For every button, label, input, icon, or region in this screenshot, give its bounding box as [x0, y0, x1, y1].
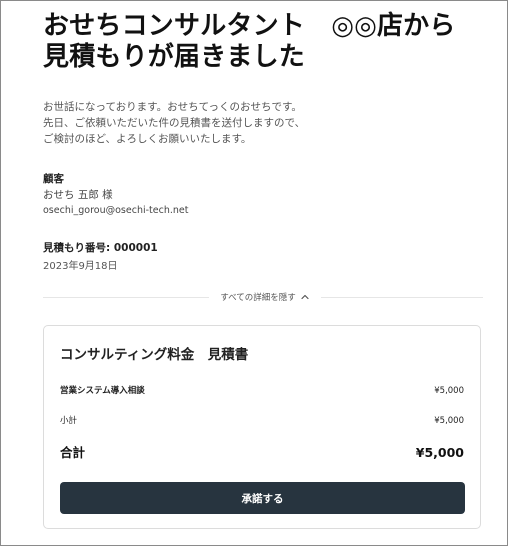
divider-left [43, 297, 209, 298]
quote-card: コンサルティング料金 見積書 営業システム導入相談 ¥5,000 小計 ¥5,0… [43, 325, 481, 529]
hide-details-label: すべての詳細を隠す [220, 293, 296, 303]
quote-number: 見積もり番号: 000001 [43, 242, 158, 254]
subtotal-label: 小計 [60, 416, 78, 426]
chevron-up-icon [301, 294, 309, 300]
subtotal-value: ¥5,000 [434, 416, 464, 426]
quote-card-title: コンサルティング料金 見積書 [60, 347, 249, 363]
total-value: ¥5,000 [415, 445, 464, 460]
divider-right [321, 297, 483, 298]
total-label: 合計 [60, 445, 86, 460]
subtotal-row: 小計 ¥5,000 [60, 414, 464, 426]
customer-label: 顧客 [43, 173, 64, 185]
title-line-2: 見積もりが届きました [43, 42, 306, 72]
line-item-row: 営業システム導入相談 ¥5,000 [60, 384, 464, 396]
line-item-price: ¥5,000 [434, 386, 464, 396]
intro-line-1: お世話になっております。おせちてっくのおせちです。 [43, 101, 302, 113]
email-frame: おせちコンサルタント ◎◎店から 見積もりが届きました お世話になっております。… [0, 0, 508, 546]
hide-details-toggle[interactable]: すべての詳細を隠す [209, 289, 321, 305]
accept-button[interactable]: 承諾する [60, 482, 465, 514]
quote-date: 2023年9月18日 [43, 261, 118, 272]
customer-name: おせち 五郎 様 [43, 189, 113, 201]
line-item-name: 営業システム導入相談 [60, 386, 145, 396]
page-title: おせちコンサルタント ◎◎店から 見積もりが届きました [43, 11, 493, 73]
total-row: 合計 ¥5,000 [60, 442, 464, 461]
intro-line-2: 先日、ご依頼いただいた件の見積書を送付しますので、 [43, 117, 306, 129]
intro-message: お世話になっております。おせちてっくのおせちです。 先日、ご依頼いただいた件の見… [43, 99, 483, 147]
intro-line-3: ご検討のほど、よろしくお願いいたします。 [43, 133, 252, 145]
customer-email: osechi_gorou@osechi-tech.net [43, 205, 189, 216]
title-line-1: おせちコンサルタント ◎◎店から [43, 11, 456, 41]
